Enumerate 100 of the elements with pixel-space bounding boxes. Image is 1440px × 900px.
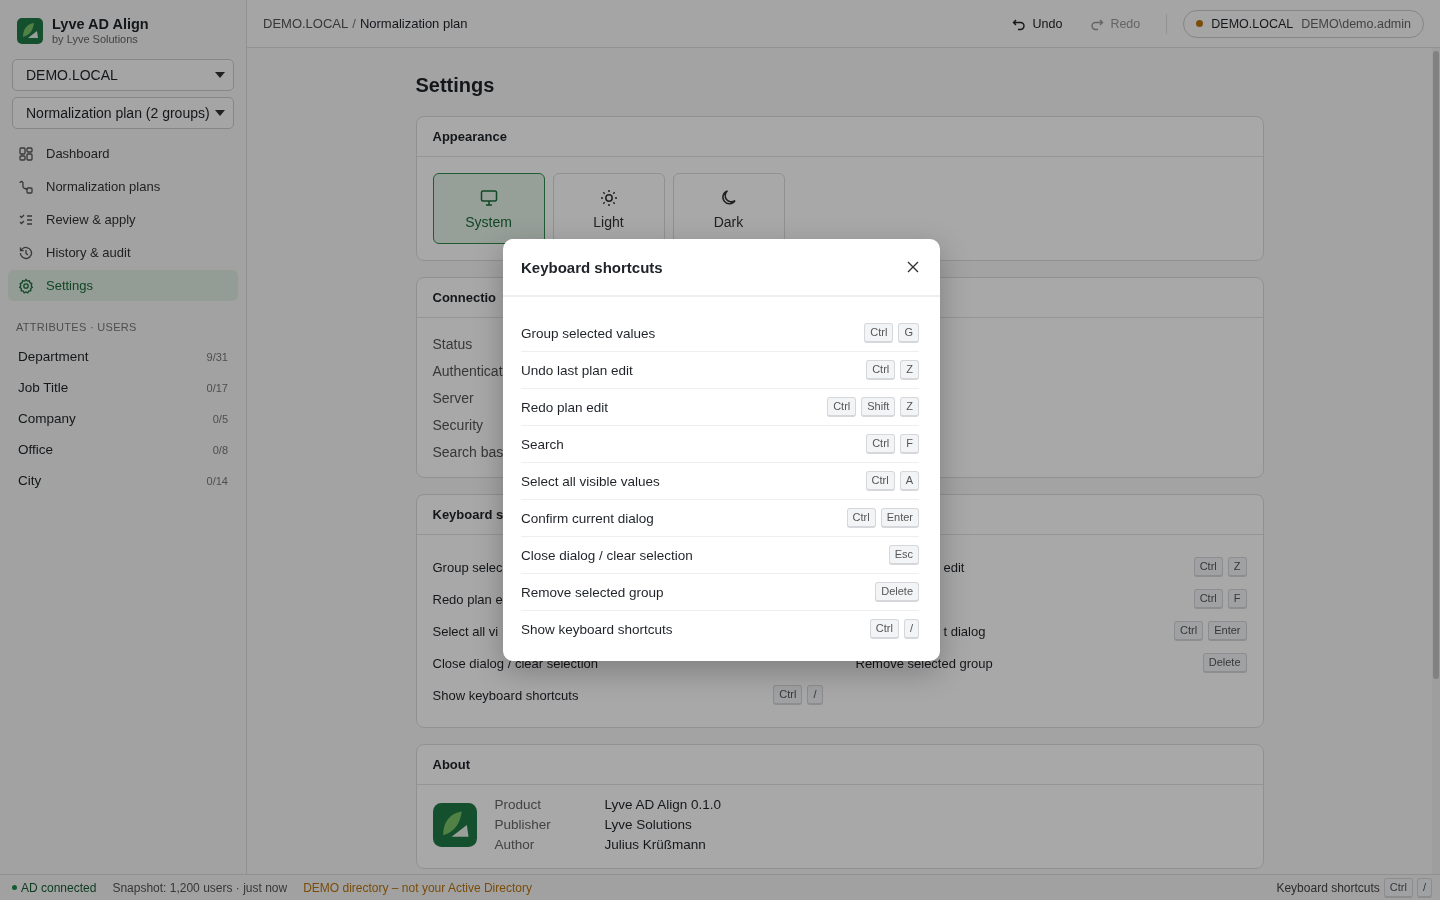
attribute-item[interactable]: Office 0/8 [8, 434, 238, 465]
logo-icon [432, 802, 477, 847]
undo-button[interactable]: Undo [1002, 12, 1073, 35]
attribute-label: Company [18, 411, 76, 426]
key-cap: F [1227, 589, 1247, 609]
attribute-item[interactable]: Company 0/5 [8, 403, 238, 434]
shortcut-label: Select all vi [432, 623, 499, 639]
key-cap: Delete [1202, 653, 1247, 673]
shortcut-label: Group selec [432, 559, 503, 575]
key-cap: F [900, 434, 919, 454]
caret-icon [215, 110, 225, 116]
key-cap: Ctrl [865, 471, 895, 491]
key-cap: Ctrl [1193, 557, 1223, 577]
dashboard-icon [18, 145, 34, 162]
nav-item[interactable]: Normalization plans [8, 171, 238, 202]
key-cap: Esc [888, 545, 919, 565]
sun-icon [598, 187, 619, 208]
shortcut-label: edit [943, 559, 965, 575]
logo-icon [17, 17, 43, 44]
demo-warning: DEMO directory – not your Active Directory [303, 880, 532, 895]
theme-option[interactable]: System [432, 173, 545, 244]
attribute-count: 0/14 [206, 474, 228, 487]
nav-item[interactable]: Dashboard [8, 138, 238, 169]
breadcrumb-current: Normalization plan [359, 16, 468, 31]
key-cap: A [899, 471, 919, 491]
nav-item[interactable]: Review & apply [8, 204, 238, 235]
field-label: Search bas [432, 443, 504, 461]
breadcrumb-separator: / [352, 16, 356, 31]
connection-status: AD connected [12, 880, 97, 895]
shortcut-label: Redo plan edit [521, 399, 609, 415]
info-value: Lyve Solutions [604, 817, 693, 832]
info-label: Author [494, 837, 536, 852]
key-cap: Ctrl [864, 323, 894, 343]
key-cap: Shift [861, 397, 896, 417]
info-label: Publisher [494, 817, 552, 832]
field-label: Authenticat [432, 362, 503, 380]
key-cap: Enter [880, 508, 919, 528]
attribute-item[interactable]: Department 9/31 [8, 341, 238, 372]
info-value: Julius Krüßmann [604, 837, 707, 852]
key-cap: Ctrl [866, 434, 896, 454]
key-cap: Z [900, 397, 919, 417]
attribute-count: 9/31 [206, 350, 228, 363]
nav-item[interactable]: Settings [8, 270, 238, 301]
card-title: Appearance [432, 129, 507, 144]
info-value: Lyve AD Align 0.1.0 [604, 797, 722, 812]
nav-item[interactable]: History & audit [8, 237, 238, 268]
field-label: Security [432, 416, 484, 434]
info-label: Product [494, 797, 543, 812]
attribute-count: 0/8 [212, 443, 228, 456]
key-cap: Z [1227, 557, 1247, 577]
scrollbar-thumb[interactable] [1433, 51, 1439, 679]
key-cap: / [807, 685, 823, 705]
card-title: About [432, 757, 471, 772]
attribute-count: 0/5 [212, 412, 228, 425]
key-cap: Delete [875, 582, 919, 602]
attribute-item[interactable]: Job Title 0/17 [8, 372, 238, 403]
history-icon [18, 244, 34, 261]
key-cap: / [903, 619, 919, 639]
attribute-item[interactable]: City 0/14 [8, 465, 238, 496]
shortcut-label: Show keyboard shortcuts [521, 621, 673, 637]
select-field[interactable]: DEMO.LOCAL [12, 59, 234, 91]
card-title: Keyboard s [432, 507, 504, 522]
shortcut-label: Group selected values [521, 325, 656, 341]
caret-icon [215, 72, 225, 78]
field-label: Status [432, 335, 473, 353]
attribute-label: City [18, 473, 42, 488]
shortcuts-hint[interactable]: Keyboard shortcuts [1276, 880, 1380, 895]
app-subtitle: by Lyve Solutions [52, 33, 139, 45]
key-cap: Ctrl [1383, 877, 1413, 898]
shortcut-label: Show keyboard shortcuts [432, 687, 579, 703]
route-icon [18, 178, 34, 195]
page-title: Settings [415, 74, 496, 97]
attribute-count: 0/17 [206, 381, 228, 394]
settings-icon [18, 277, 34, 294]
shortcut-label: Search [521, 436, 564, 452]
attribute-label: Office [18, 442, 53, 457]
dialog-title: Keyboard shortcuts [521, 258, 663, 276]
field-label: Server [432, 389, 474, 407]
snapshot-info: Snapshot: 1,200 users · just now [112, 880, 288, 895]
key-cap: Ctrl [846, 508, 876, 528]
monitor-icon [478, 187, 499, 208]
shortcut-label: Undo last plan edit [521, 362, 633, 378]
shortcut-label: Confirm current dialog [521, 510, 654, 526]
shortcut-label: Remove selected group [521, 584, 664, 600]
key-cap: Ctrl [773, 685, 803, 705]
card-title: Connectio [432, 290, 497, 305]
user-label: DEMO\demo.admin [1301, 16, 1411, 31]
close-icon[interactable] [907, 261, 919, 273]
key-cap: Ctrl [1174, 621, 1204, 641]
select-field[interactable]: Normalization plan (2 groups) [12, 97, 234, 129]
key-cap: Ctrl [827, 397, 857, 417]
shortcut-label: Redo plan e [432, 591, 503, 607]
key-cap: Ctrl [869, 619, 899, 639]
key-cap: G [898, 323, 919, 343]
key-cap: Ctrl [866, 360, 896, 380]
app-name: Lyve AD Align [52, 16, 149, 32]
key-cap: Z [900, 360, 919, 380]
breadcrumb-link[interactable]: DEMO.LOCAL [263, 16, 349, 31]
shortcut-label: t dialog [943, 623, 986, 639]
key-cap: Enter [1208, 621, 1247, 641]
